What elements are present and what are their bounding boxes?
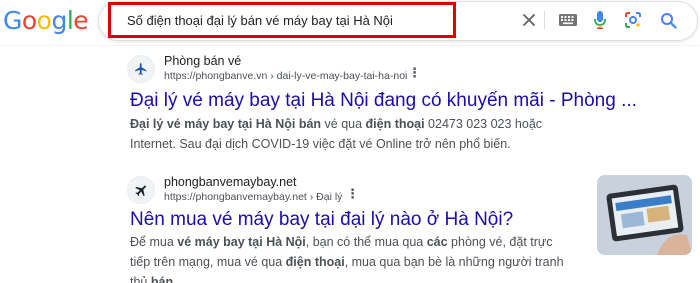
microphone-icon[interactable] — [590, 10, 610, 30]
result-thumbnail-image[interactable] — [597, 175, 692, 255]
snippet-bold-text: Đại lý vé máy bay tại Hà Nội bán — [130, 117, 322, 131]
logo-letter: o — [21, 6, 37, 35]
snippet-text: Để mua — [130, 235, 178, 249]
snippet-bold-text: vé máy bay tại Hà Nội — [177, 235, 306, 249]
result-snippet: Đại lý vé máy bay tại Hà Nội bán vé qua … — [130, 114, 590, 154]
snippet-bold-text: bán — [150, 275, 174, 283]
snippet-text: , bạn có thể mua qua — [305, 235, 427, 249]
close-icon[interactable] — [519, 10, 539, 30]
result-title-link[interactable]: Nên mua vé máy bay tại đại lý nào ở Hà N… — [130, 208, 513, 232]
result-title-link[interactable]: Đại lý vé máy bay tại Hà Nội đang có khu… — [130, 89, 637, 113]
snippet-text: vé qua — [321, 117, 366, 131]
logo-letter: g — [51, 6, 67, 35]
search-divider — [544, 11, 545, 29]
search-input[interactable]: Số điện thoại đại lý bán vé máy bay tại … — [127, 13, 393, 28]
logo-letter: e — [73, 6, 89, 35]
snippet-bold-text: điện thoại — [365, 117, 425, 131]
more-vert-icon[interactable]: ⋮ — [346, 187, 359, 200]
logo-letter: o — [36, 6, 52, 35]
search-header: Google Số điện thoại đại lý bán vé máy b… — [0, 0, 700, 46]
result-site-name: Phòng bán vé — [164, 54, 242, 68]
google-logo[interactable]: Google — [3, 6, 89, 36]
result-url: https://phongbanvemaybay.net › Đại lý — [164, 191, 343, 203]
result-snippet: Để mua vé máy bay tại Hà Nội, bạn có thể… — [130, 232, 570, 283]
result-url: https://phongbanve.vn › dai-ly-ve-may-ba… — [164, 70, 408, 82]
more-vert-icon[interactable]: ⋮ — [408, 66, 421, 79]
logo-letter: G — [3, 6, 22, 35]
snippet-text: ... — [173, 275, 187, 283]
header-divider — [0, 45, 700, 46]
search-icon[interactable] — [658, 10, 678, 30]
snippet-bold-text: điện thoại — [285, 255, 345, 269]
google-lens-icon[interactable] — [623, 10, 643, 30]
snippet-bold-text: các — [426, 235, 448, 249]
keyboard-icon[interactable] — [558, 10, 578, 30]
result-site-name: phongbanvemaybay.net — [164, 175, 297, 189]
airplane-icon — [127, 176, 155, 204]
airplane-icon — [127, 55, 155, 83]
